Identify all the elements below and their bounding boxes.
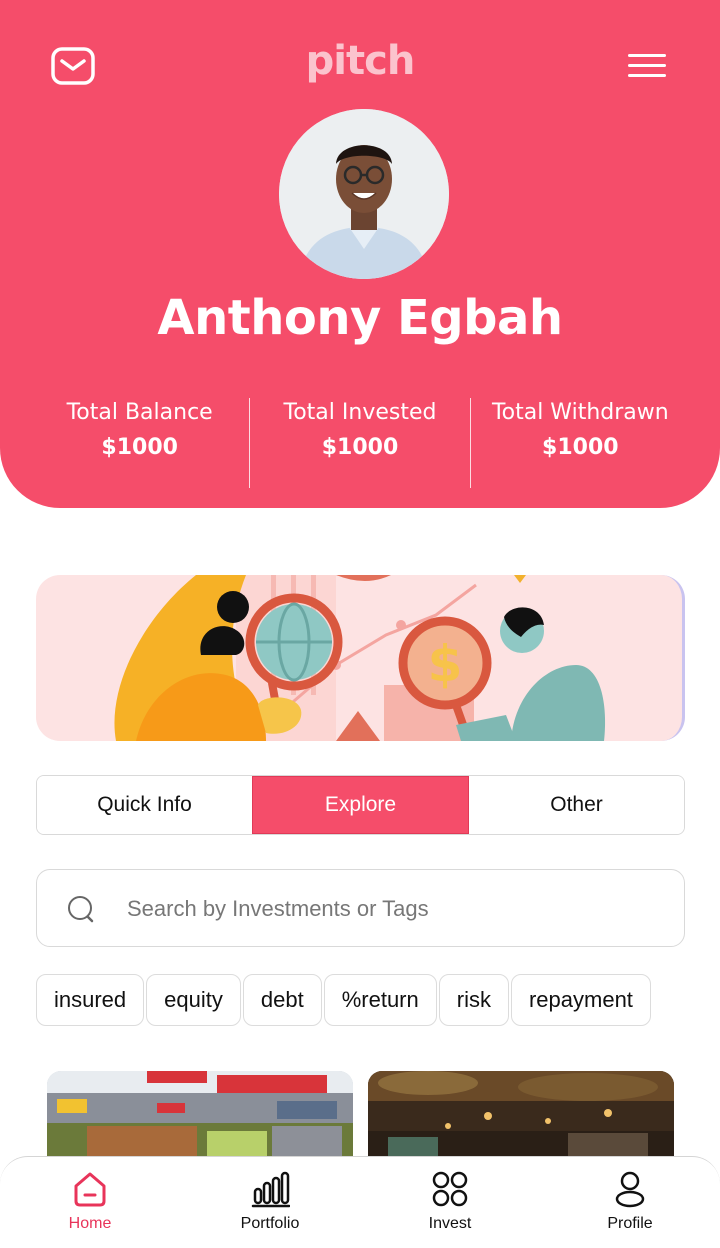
search-input[interactable] bbox=[127, 888, 647, 930]
tag-chip-repayment[interactable]: repayment bbox=[510, 974, 651, 1026]
avatar[interactable] bbox=[279, 109, 449, 279]
investment-illustration: $ bbox=[114, 575, 606, 741]
promo-banner[interactable]: $ bbox=[36, 575, 685, 741]
stat-value: $1000 bbox=[321, 435, 399, 460]
grid-circles-icon bbox=[432, 1171, 468, 1207]
menu-button[interactable] bbox=[628, 54, 668, 80]
section-tabs: Quick Info Explore Other bbox=[36, 775, 685, 835]
profile-header: pitch Anthony Egbah Total Balance $1000 … bbox=[0, 0, 720, 508]
avatar-photo bbox=[279, 109, 449, 279]
nav-label: Profile bbox=[607, 1215, 653, 1232]
stat-label: Total Withdrawn bbox=[491, 400, 669, 425]
tag-chip-debt[interactable]: debt bbox=[242, 974, 322, 1026]
stat-total-withdrawn: Total Withdrawn $1000 bbox=[471, 398, 690, 488]
stat-label: Total Invested bbox=[283, 400, 437, 425]
tag-chip-return[interactable]: %return bbox=[323, 974, 437, 1026]
stat-value: $1000 bbox=[542, 435, 619, 460]
svg-text:$: $ bbox=[428, 635, 463, 693]
nav-label: Home bbox=[68, 1215, 112, 1232]
hamburger-icon bbox=[628, 54, 666, 57]
home-icon bbox=[74, 1172, 106, 1207]
balance-stats: Total Balance $1000 Total Invested $1000… bbox=[30, 398, 690, 488]
nav-label: Portfolio bbox=[240, 1215, 300, 1232]
tag-chip-risk[interactable]: risk bbox=[438, 974, 509, 1026]
app-logo: pitch bbox=[305, 38, 416, 84]
stat-value: $1000 bbox=[101, 435, 178, 460]
nav-label: Invest bbox=[428, 1215, 472, 1232]
tab-other[interactable]: Other bbox=[469, 776, 684, 834]
tag-chip-equity[interactable]: equity bbox=[146, 974, 241, 1026]
stat-total-invested: Total Invested $1000 bbox=[249, 398, 471, 488]
user-name: Anthony Egbah bbox=[157, 290, 563, 346]
stat-total-balance: Total Balance $1000 bbox=[30, 398, 249, 488]
tab-quick-info[interactable]: Quick Info bbox=[37, 776, 252, 834]
search-icon[interactable] bbox=[67, 895, 97, 925]
stat-label: Total Balance bbox=[66, 400, 213, 425]
tab-explore[interactable]: Explore bbox=[252, 776, 469, 834]
user-icon bbox=[615, 1171, 645, 1208]
nav-profile[interactable]: Profile bbox=[540, 1157, 720, 1248]
search-bar bbox=[36, 869, 685, 947]
nav-invest[interactable]: Invest bbox=[360, 1157, 540, 1248]
tag-filter-list: insured equity debt %return risk repayme… bbox=[36, 974, 685, 1026]
bar-chart-icon bbox=[251, 1171, 290, 1208]
bottom-navigation: Home Portfolio Invest Profile bbox=[0, 1156, 720, 1248]
nav-portfolio[interactable]: Portfolio bbox=[180, 1157, 360, 1248]
nav-home[interactable]: Home bbox=[0, 1157, 180, 1248]
tag-chip-insured[interactable]: insured bbox=[36, 974, 145, 1026]
